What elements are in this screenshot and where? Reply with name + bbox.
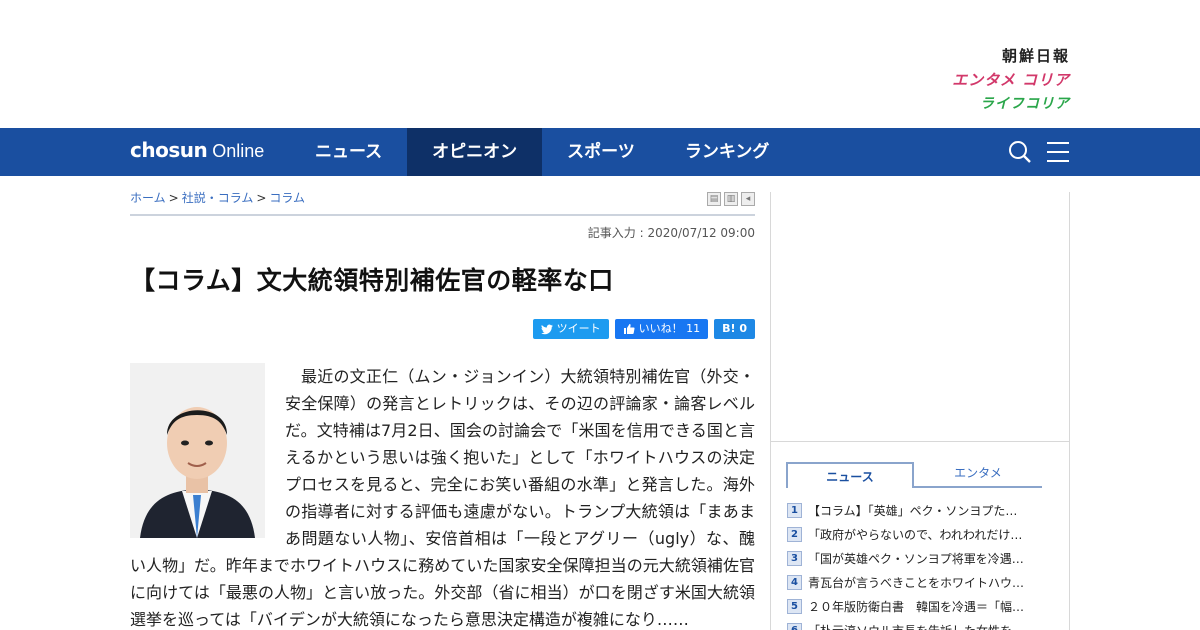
hatena-label: B! 0: [722, 322, 747, 335]
rank-title[interactable]: 【コラム】「英雄」ペク・ソンヨプた…: [808, 502, 1017, 519]
rank-title[interactable]: 「国が英雄ペク・ソンヨプ将軍を冷遇…: [808, 550, 1024, 567]
ranking-tabs: ニュース エンタメ: [786, 462, 1042, 488]
rank-number: 1: [787, 502, 802, 518]
breadcrumb-editorial[interactable]: 社説・コラム: [182, 191, 254, 205]
nav-item-news[interactable]: ニュース: [290, 128, 407, 176]
nav-item-sports[interactable]: スポーツ: [542, 128, 660, 176]
like-label: いいね！ 11: [638, 322, 701, 335]
tweet-button[interactable]: ツイート: [532, 319, 609, 339]
breadcrumb-separator: >: [168, 191, 179, 205]
rank-number: 4: [787, 574, 802, 590]
rank-number: 6: [787, 622, 802, 630]
nav-icons: [1008, 140, 1070, 164]
rank-title[interactable]: 青瓦台が言うべきことをホワイトハウ…: [808, 574, 1024, 591]
back-arrow-icon[interactable]: ◂: [741, 192, 755, 206]
main-nav: chosun Online ニュース オピニオン スポーツ ランキング: [0, 128, 1200, 176]
breadcrumb-column[interactable]: コラム: [269, 191, 305, 205]
article-tools: ▤ ▥ ◂: [707, 192, 755, 206]
article-column: ホーム > 社説・コラム > コラム ▤ ▥ ◂ 記事入力 : 2020/07/12 0…: [130, 188, 755, 630]
life-korea-link[interactable]: ライフコリア: [952, 92, 1070, 116]
search-icon[interactable]: [1008, 140, 1032, 164]
sidebar: ニュース エンタメ 1 【コラム】「英雄」ペク・ソンヨプた… 2 「政府がやらないの…: [770, 192, 1070, 630]
list-item[interactable]: 3 「国が英雄ペク・ソンヨプ将軍を冷遇…: [787, 546, 1045, 570]
rank-title[interactable]: ２０年版防衛白書 韓国を冷遇＝「幅…: [808, 598, 1024, 615]
rank-number: 3: [787, 550, 802, 566]
list-item[interactable]: 6 「朴元淳ソウル市長を告訴した女性を…: [787, 618, 1045, 630]
list-item[interactable]: 1 【コラム】「英雄」ペク・ソンヨプた…: [787, 498, 1045, 522]
list-item[interactable]: 2 「政府がやらないので、われわれだけ…: [787, 522, 1045, 546]
nav-item-opinion[interactable]: オピニオン: [407, 128, 543, 176]
entame-korea-link[interactable]: エンタメ コリア: [952, 68, 1070, 92]
article-title: 【コラム】文大統領特別補佐官の軽率な口: [130, 266, 614, 295]
list-item[interactable]: 5 ２０年版防衛白書 韓国を冷遇＝「幅…: [787, 594, 1045, 618]
text-size-icon[interactable]: ▥: [724, 192, 738, 206]
facebook-like-button[interactable]: いいね！ 11: [614, 319, 709, 339]
tab-news[interactable]: ニュース: [786, 462, 914, 488]
ranking-list: 1 【コラム】「英雄」ペク・ソンヨプた… 2 「政府がやらないので、われわれだけ… …: [787, 498, 1045, 630]
chosun-ilbo-link[interactable]: 朝鮮日報: [952, 44, 1070, 68]
rank-title[interactable]: 「朴元淳ソウル市長を告訴した女性を…: [808, 622, 1024, 630]
article-body: 最近の文正仁（ムン・ジョンイン）大統領特別補佐官（外交・安全保障）の発言とレトリ…: [130, 363, 755, 630]
site-header: 朝鮮日報 エンタメ コリア ライフコリア: [0, 0, 1200, 128]
breadcrumb-home[interactable]: ホーム: [130, 191, 166, 205]
brand-links: 朝鮮日報 エンタメ コリア ライフコリア: [952, 44, 1070, 116]
thumbs-up-icon: [623, 324, 635, 335]
author-portrait-image: [130, 363, 265, 538]
tab-entame[interactable]: エンタメ: [914, 462, 1042, 486]
breadcrumb: ホーム > 社説・コラム > コラム ▤ ▥ ◂: [130, 188, 755, 216]
nav-item-ranking[interactable]: ランキング: [660, 128, 795, 176]
ad-slot: [771, 192, 1069, 442]
publish-date: 記事入力 : 2020/07/12 09:00: [587, 226, 755, 240]
social-buttons: ツイート いいね！ 11 B! 0: [130, 319, 755, 339]
author-photo: [130, 363, 265, 538]
rank-title[interactable]: 「政府がやらないので、われわれだけ…: [808, 526, 1022, 543]
rank-number: 5: [787, 598, 802, 614]
list-item[interactable]: 4 青瓦台が言うべきことをホワイトハウ…: [787, 570, 1045, 594]
site-logo[interactable]: chosun Online: [130, 138, 264, 162]
twitter-bird-icon: [540, 324, 553, 334]
hatena-bookmark-button[interactable]: B! 0: [714, 319, 755, 339]
hamburger-menu-icon[interactable]: [1046, 140, 1070, 164]
print-icon[interactable]: ▤: [707, 192, 721, 206]
rank-number: 2: [787, 526, 802, 542]
nav-menu: ニュース オピニオン スポーツ ランキング: [290, 128, 794, 176]
tweet-label: ツイート: [556, 322, 601, 335]
breadcrumb-separator: >: [256, 191, 267, 205]
